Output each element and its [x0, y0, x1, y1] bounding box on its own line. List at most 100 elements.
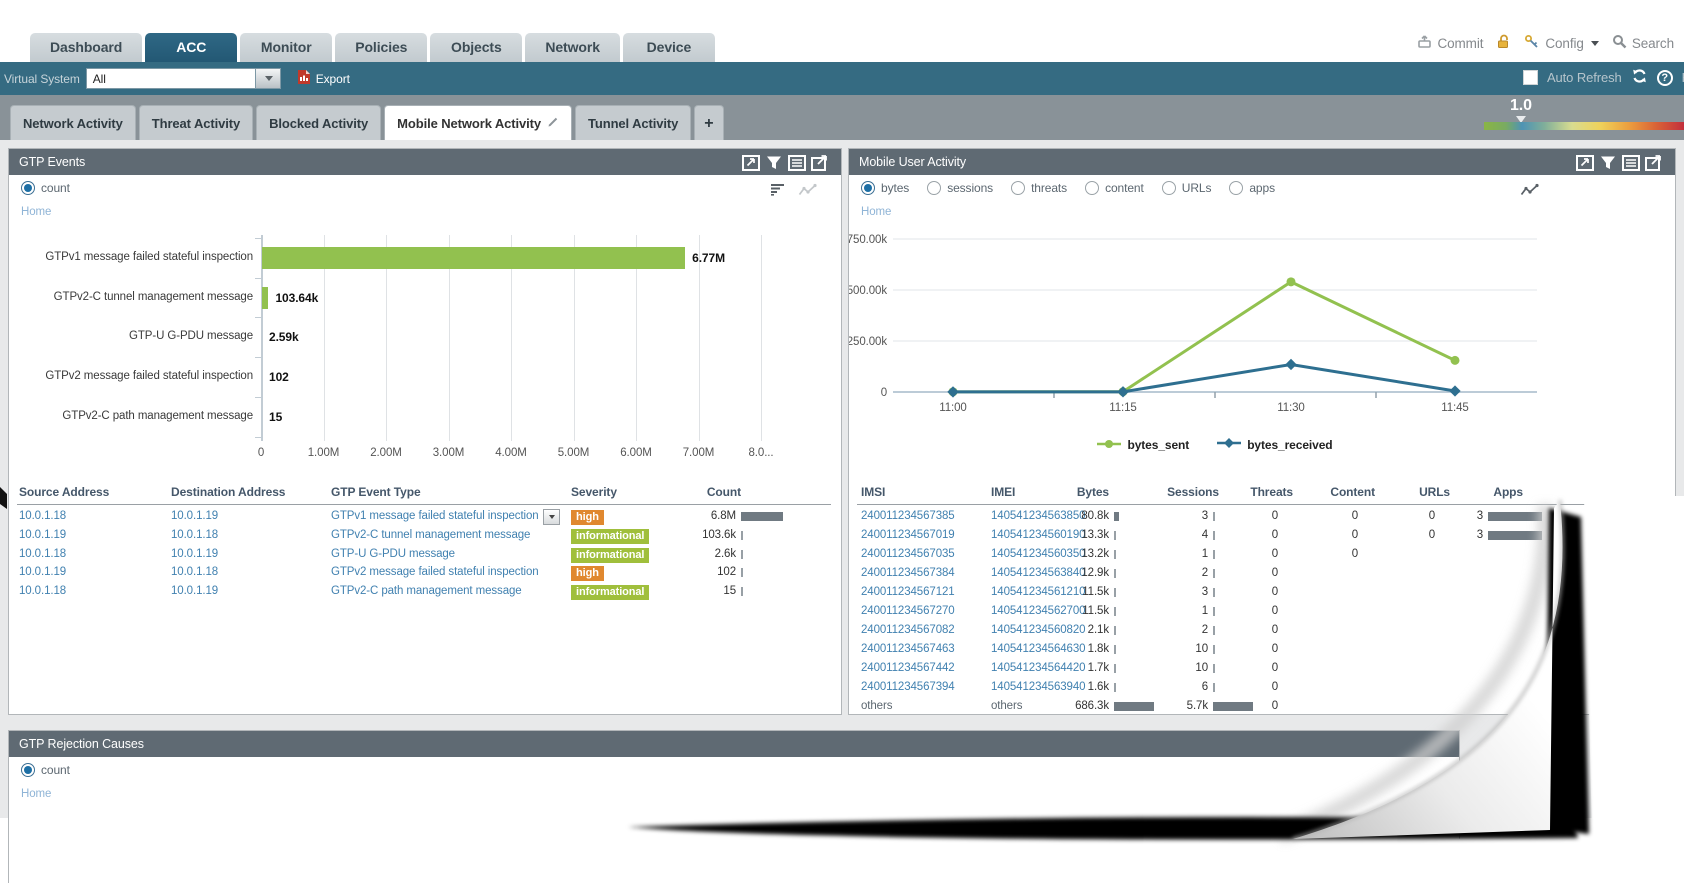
bar-value-label: 2.59k [269, 330, 299, 344]
mobile-user-row[interactable]: 24001123456738514054123456385080.8k30003 [849, 508, 1675, 527]
mobile-user-row[interactable]: 24001123456703514054123456035013.2k100 [849, 546, 1675, 565]
expand-icon[interactable] [742, 154, 760, 170]
legend-label: bytes_received [1247, 438, 1332, 452]
table-view-icon[interactable] [1622, 154, 1640, 170]
axis-stub [255, 317, 261, 318]
column-header-gtp-event-type[interactable]: GTP Event Type [331, 485, 569, 499]
radio-icon [1162, 181, 1176, 195]
bar-view-icon[interactable] [770, 183, 786, 202]
column-header-urls[interactable]: URLs [1402, 485, 1450, 499]
expand-icon[interactable] [1576, 154, 1594, 170]
severity-badge: informational [571, 585, 649, 600]
breadcrumb[interactable]: Home [861, 206, 891, 218]
line-view-icon[interactable] [1520, 183, 1539, 202]
metric-radio-count[interactable]: count [21, 181, 70, 195]
mobile-user-row[interactable]: 24001123456738414054123456384012.9k20 [849, 565, 1675, 584]
column-header-count[interactable]: Count [673, 485, 741, 499]
metric-radio-content[interactable]: content [1085, 181, 1144, 195]
lock-icon[interactable] [1496, 34, 1511, 52]
legend-item-bytes_sent[interactable]: bytes_sent [1097, 437, 1189, 452]
pencil-icon[interactable] [547, 107, 559, 141]
acc-tab-mobile-network-activity[interactable]: Mobile Network Activity [384, 105, 572, 141]
filter-icon[interactable] [1599, 154, 1617, 170]
data-point-bytes_sent[interactable] [1451, 356, 1460, 365]
acc-tab-threat-activity[interactable]: Threat Activity [139, 105, 253, 141]
table-view-icon[interactable] [788, 154, 806, 170]
column-header-source-address[interactable]: Source Address [19, 485, 167, 499]
mobile-user-row[interactable]: 24001123456727014054123456270011.5k10 [849, 603, 1675, 622]
auto-refresh-checkbox[interactable] [1523, 70, 1538, 85]
search-button[interactable]: Search [1612, 34, 1674, 52]
mobile-user-row[interactable]: 2400112345674421405412345644201.7k100 [849, 660, 1675, 679]
metric-radio-sessions[interactable]: sessions [927, 181, 993, 195]
legend-item-bytes_received[interactable]: bytes_received [1217, 437, 1332, 452]
config-menu[interactable]: Config [1524, 34, 1598, 52]
mobile-user-row[interactable]: 2400112345670821405412345608202.1k20 [849, 622, 1675, 641]
column-header-bytes[interactable]: Bytes [1045, 485, 1109, 499]
series-line-bytes_received[interactable] [953, 364, 1455, 391]
breadcrumb[interactable]: Home [21, 788, 51, 800]
gtp-event-row[interactable]: 10.0.1.1810.0.1.19GTPv1 message failed s… [9, 508, 841, 527]
panel-header-icons [1576, 154, 1663, 170]
nav-tab-acc[interactable]: ACC [145, 33, 237, 62]
refresh-icon[interactable] [1631, 68, 1648, 87]
axis-stub [255, 357, 261, 358]
nav-tab-network[interactable]: Network [525, 33, 620, 62]
gtp-event-row[interactable]: 10.0.1.1910.0.1.18GTPv2-C tunnel managem… [9, 527, 841, 546]
cell-severity: high [571, 566, 681, 581]
virtual-system-dropdown-button[interactable] [256, 68, 281, 89]
column-header-destination-address[interactable]: Destination Address [171, 485, 327, 499]
add-tab-button[interactable]: + [694, 105, 723, 141]
nav-tab-policies[interactable]: Policies [335, 33, 427, 62]
jump-to-logs-icon[interactable] [811, 154, 829, 170]
help-icon[interactable]: ? [1657, 70, 1673, 86]
row-dropdown-button[interactable] [543, 509, 560, 525]
line-view-icon[interactable] [798, 183, 817, 202]
cell-imsi: 240011234567019 [861, 529, 987, 541]
bar[interactable] [262, 287, 268, 309]
nav-tab-device[interactable]: Device [623, 33, 715, 62]
gtp-event-row[interactable]: 10.0.1.1810.0.1.19GTPv2-C path managemen… [9, 583, 841, 602]
virtual-system-label: Virtual System [4, 72, 80, 86]
acc-tab-blocked-activity[interactable]: Blocked Activity [256, 105, 381, 141]
gtp-event-row[interactable]: 10.0.1.1810.0.1.19GTP-U G-PDU messageinf… [9, 546, 841, 565]
gtp-events-metric-controls: count [21, 181, 70, 195]
mobile-user-row[interactable]: 24001123456701914054123456019013.3k40003 [849, 527, 1675, 546]
column-header-apps[interactable]: Apps [1449, 485, 1523, 499]
column-header-imsi[interactable]: IMSI [861, 485, 987, 499]
export-button[interactable]: Export [297, 69, 350, 88]
metric-radio-threats[interactable]: threats [1011, 181, 1067, 195]
data-point-bytes_received[interactable] [947, 386, 958, 397]
metric-radio-count[interactable]: count [21, 763, 70, 777]
metric-radio-bytes[interactable]: bytes [861, 181, 909, 195]
bar[interactable] [262, 247, 685, 269]
virtual-system-select[interactable]: All [86, 68, 281, 89]
data-point-bytes_received[interactable] [1285, 359, 1296, 370]
data-point-bytes_received[interactable] [1449, 385, 1460, 396]
commit-button[interactable]: Commit [1417, 35, 1483, 52]
column-header-content[interactable]: Content [1327, 485, 1375, 499]
mobile-user-row[interactable]: 2400112345673941405412345639401.6k60 [849, 679, 1675, 698]
mobile-user-row[interactable]: 24001123456712114054123456121011.5k30 [849, 584, 1675, 603]
nav-tab-dashboard[interactable]: Dashboard [30, 33, 142, 62]
column-header-sessions[interactable]: Sessions [1155, 485, 1219, 499]
metric-radio-apps[interactable]: apps [1229, 181, 1275, 195]
bar-value-label: 102 [269, 370, 289, 384]
data-point-bytes_sent[interactable] [1287, 277, 1296, 286]
series-line-bytes_sent[interactable] [953, 282, 1455, 392]
cell-apps: 3 [1435, 510, 1483, 522]
risk-gradient-bar[interactable] [1484, 122, 1684, 130]
jump-to-logs-icon[interactable] [1645, 154, 1663, 170]
acc-tab-network-activity[interactable]: Network Activity [10, 105, 136, 141]
acc-tab-tunnel-activity[interactable]: Tunnel Activity [575, 105, 691, 141]
mobile-user-row[interactable]: othersothers686.3k5.7k0 [849, 698, 1675, 715]
nav-tab-objects[interactable]: Objects [430, 33, 522, 62]
metric-radio-urls[interactable]: URLs [1162, 181, 1212, 195]
column-header-severity[interactable]: Severity [571, 485, 681, 499]
gtp-event-row[interactable]: 10.0.1.1910.0.1.18GTPv2 message failed s… [9, 564, 841, 583]
filter-icon[interactable] [765, 154, 783, 170]
breadcrumb[interactable]: Home [21, 206, 51, 218]
column-header-threats[interactable]: Threats [1245, 485, 1293, 499]
nav-tab-monitor[interactable]: Monitor [240, 33, 332, 62]
mobile-user-row[interactable]: 2400112345674631405412345646301.8k100 [849, 641, 1675, 660]
